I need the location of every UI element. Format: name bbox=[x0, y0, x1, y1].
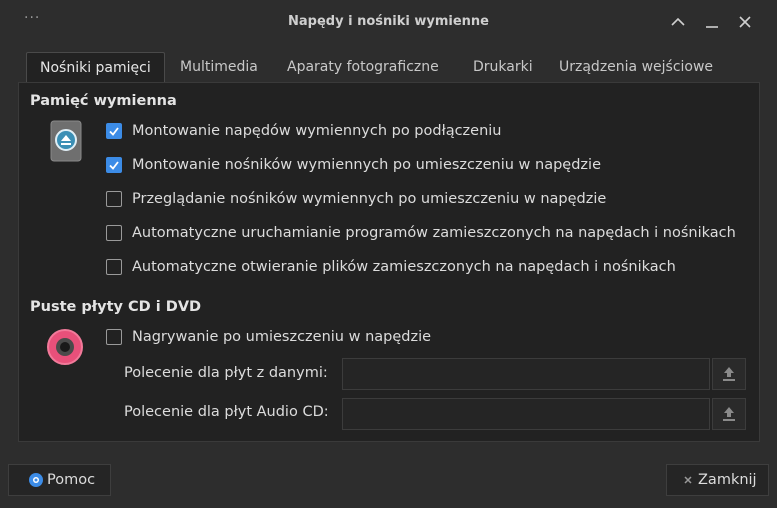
autoopen-checkbox[interactable] bbox=[106, 259, 122, 275]
removable-section-heading: Pamięć wymienna bbox=[30, 93, 177, 109]
data-cd-command-input[interactable] bbox=[342, 358, 710, 390]
option-mount-drives[interactable]: Montowanie napędów wymiennych po podłącz… bbox=[106, 121, 502, 141]
option-burn-on-insert[interactable]: Nagrywanie po umieszczeniu w napędzie bbox=[106, 327, 431, 347]
upload-icon bbox=[723, 367, 735, 381]
chevron-up-icon bbox=[671, 17, 685, 26]
blank-cd-section-heading: Puste płyty CD i DVD bbox=[30, 299, 202, 315]
help-icon bbox=[29, 473, 43, 487]
browse-media-checkbox[interactable] bbox=[106, 191, 122, 207]
close-button-label: Zamknij bbox=[698, 472, 757, 488]
minimize-button[interactable] bbox=[698, 8, 726, 36]
tab-multimedia[interactable]: Multimedia bbox=[167, 52, 271, 82]
minimize-icon bbox=[706, 26, 718, 28]
data-cd-browse-button[interactable] bbox=[712, 358, 746, 390]
option-autoopen[interactable]: Automatyczne otwieranie plików zamieszcz… bbox=[106, 257, 676, 277]
upload-icon bbox=[723, 407, 735, 421]
close-icon bbox=[739, 16, 751, 28]
autoopen-label: Automatyczne otwieranie plików zamieszcz… bbox=[132, 259, 676, 275]
option-browse-media[interactable]: Przeglądanie nośników wymiennych po umie… bbox=[106, 189, 606, 209]
mount-drives-label: Montowanie napędów wymiennych po podłącz… bbox=[132, 123, 502, 139]
close-button[interactable]: Zamknij bbox=[666, 464, 769, 496]
window-title: Napędy i nośniki wymienne bbox=[288, 14, 489, 29]
autorun-label: Automatyczne uruchamianie programów zami… bbox=[132, 225, 736, 241]
cd-disc-icon bbox=[45, 327, 85, 371]
tab-input-devices[interactable]: Urządzenia wejściowe bbox=[546, 52, 726, 82]
browse-media-label: Przeglądanie nośników wymiennych po umie… bbox=[132, 191, 607, 207]
close-window-button[interactable] bbox=[731, 8, 759, 36]
autorun-checkbox[interactable] bbox=[106, 225, 122, 241]
burn-on-insert-checkbox[interactable] bbox=[106, 329, 122, 345]
check-icon bbox=[109, 161, 119, 170]
help-button-label: Pomoc bbox=[47, 472, 96, 488]
option-mount-media[interactable]: Montowanie nośników wymiennych po umiesz… bbox=[106, 155, 601, 175]
burn-on-insert-label: Nagrywanie po umieszczeniu w napędzie bbox=[132, 329, 432, 345]
eject-drive-icon bbox=[50, 120, 82, 166]
tab-printers[interactable]: Drukarki bbox=[460, 52, 546, 82]
maximize-button[interactable] bbox=[664, 8, 692, 36]
help-button[interactable]: Pomoc bbox=[8, 464, 111, 496]
tab-storage[interactable]: Nośniki pamięci bbox=[26, 52, 165, 84]
mount-drives-checkbox[interactable] bbox=[106, 123, 122, 139]
close-icon bbox=[684, 476, 692, 484]
audio-cd-command-label: Polecenie dla płyt Audio CD: bbox=[124, 404, 329, 420]
option-autorun[interactable]: Automatyczne uruchamianie programów zami… bbox=[106, 223, 736, 243]
audio-cd-browse-button[interactable] bbox=[712, 398, 746, 430]
mount-media-checkbox[interactable] bbox=[106, 157, 122, 173]
data-cd-command-label: Polecenie dla płyt z danymi: bbox=[124, 365, 328, 381]
check-icon bbox=[109, 127, 119, 136]
audio-cd-command-input[interactable] bbox=[342, 398, 710, 430]
title-bar[interactable]: ··· Napędy i nośniki wymienne bbox=[0, 0, 777, 44]
tab-cameras[interactable]: Aparaty fotograficzne bbox=[274, 52, 452, 82]
dialog-window: ··· Napędy i nośniki wymienne Nośniki pa… bbox=[0, 0, 777, 508]
mount-media-label: Montowanie nośników wymiennych po umiesz… bbox=[132, 157, 601, 173]
